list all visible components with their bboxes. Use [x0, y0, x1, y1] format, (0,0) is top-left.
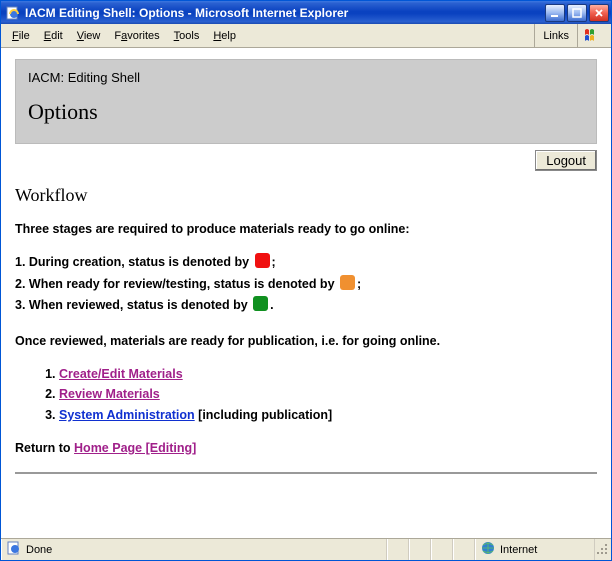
internet-zone-icon: [481, 541, 495, 558]
sysadmin-link[interactable]: System Administration: [59, 408, 195, 422]
workflow-after: Once reviewed, materials are ready for p…: [15, 332, 597, 351]
page-title: Options: [28, 99, 584, 125]
logout-button[interactable]: Logout: [535, 150, 597, 171]
windows-flag-icon: [577, 24, 607, 47]
done-page-icon: [7, 541, 21, 558]
status-message: Done: [1, 539, 387, 560]
ie-page-icon: [5, 5, 21, 21]
workflow-heading: Workflow: [15, 185, 597, 206]
page-scroll[interactable]: IACM: Editing Shell Options Logout Workf…: [1, 49, 611, 538]
links-toolbar[interactable]: Links: [534, 24, 577, 47]
statusbar: Done Internet: [1, 538, 611, 560]
status-red-icon: [255, 253, 270, 268]
action-links: Create/Edit Materials Review Materials S…: [41, 365, 597, 425]
banner-subtitle: IACM: Editing Shell: [28, 70, 584, 85]
status-orange-icon: [340, 275, 355, 290]
list-item: Create/Edit Materials: [59, 365, 597, 384]
menu-edit[interactable]: Edit: [37, 28, 70, 44]
menu-tools[interactable]: Tools: [167, 28, 207, 44]
close-button[interactable]: [589, 4, 609, 22]
list-item: Review Materials: [59, 385, 597, 404]
list-item: System Administration [including publica…: [59, 406, 597, 425]
app-window: IACM Editing Shell: Options - Microsoft …: [0, 0, 612, 561]
status-pane: [453, 539, 475, 560]
status-green-icon: [253, 296, 268, 311]
stage-2: 2. When ready for review/testing, status…: [15, 275, 597, 294]
resize-grip[interactable]: [595, 542, 611, 558]
workflow-intro: Three stages are required to produce mat…: [15, 220, 597, 239]
menu-view[interactable]: View: [70, 28, 108, 44]
review-link[interactable]: Review Materials: [59, 387, 160, 401]
menubar: File Edit View Favorites Tools Help Link…: [1, 24, 611, 48]
status-pane: [431, 539, 453, 560]
workflow-stages: 1. During creation, status is denoted by…: [15, 253, 597, 315]
maximize-button[interactable]: [567, 4, 587, 22]
content-area: IACM: Editing Shell Options Logout Workf…: [1, 48, 611, 538]
menu-favorites[interactable]: Favorites: [107, 28, 166, 44]
return-line: Return to Home Page [Editing]: [15, 439, 597, 458]
security-zone: Internet: [475, 539, 595, 560]
stage-1: 1. During creation, status is denoted by…: [15, 253, 597, 272]
status-pane: [387, 539, 409, 560]
create-edit-link[interactable]: Create/Edit Materials: [59, 367, 183, 381]
status-pane: [409, 539, 431, 560]
menu-file[interactable]: File: [5, 28, 37, 44]
stage-3: 3. When reviewed, status is denoted by .: [15, 296, 597, 315]
menu-help[interactable]: Help: [206, 28, 243, 44]
page-banner: IACM: Editing Shell Options: [15, 59, 597, 144]
titlebar: IACM Editing Shell: Options - Microsoft …: [1, 1, 611, 24]
minimize-button[interactable]: [545, 4, 565, 22]
divider: [15, 472, 597, 474]
home-page-link[interactable]: Home Page [Editing]: [74, 441, 196, 455]
window-title: IACM Editing Shell: Options - Microsoft …: [25, 6, 545, 20]
